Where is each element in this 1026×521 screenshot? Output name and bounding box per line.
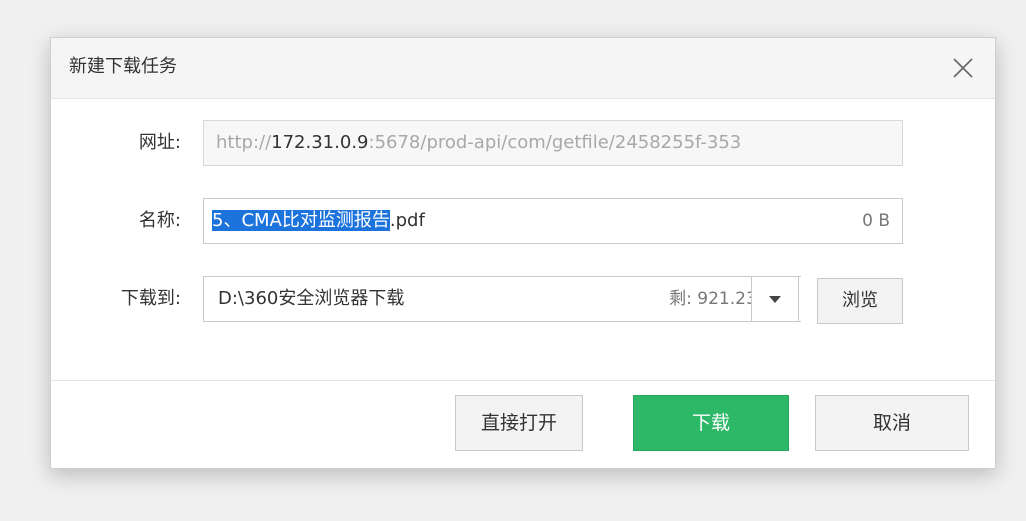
- footer-divider: [51, 380, 995, 381]
- save-path-input[interactable]: D:\360安全浏览器下载 剩: 921.23 GB: [203, 276, 801, 322]
- close-button[interactable]: [951, 56, 975, 80]
- file-size: 0 B: [862, 211, 890, 231]
- save-path: D:\360安全浏览器下载: [218, 288, 405, 309]
- url-field[interactable]: http://172.31.0.9:5678/prod-api/com/getf…: [203, 120, 903, 166]
- filename-input[interactable]: 5、CMA比对监测报告.pdf 0 B: [203, 198, 903, 244]
- new-download-dialog: 新建下载任务 网址: http://172.31.0.9:5678/prod-a…: [50, 37, 996, 469]
- filename-selected-text: 5、CMA比对监测报告: [212, 210, 390, 231]
- open-directly-button[interactable]: 直接打开: [455, 395, 583, 451]
- url-prefix: http://: [216, 132, 272, 153]
- save-to-label: 下载到:: [120, 288, 181, 309]
- save-path-dropdown-button[interactable]: [751, 276, 799, 322]
- chevron-down-icon: [769, 296, 781, 303]
- url-host: 172.31.0.9: [271, 132, 369, 153]
- cancel-button[interactable]: 取消: [815, 395, 969, 451]
- download-button[interactable]: 下载: [633, 395, 789, 451]
- filename-extension: .pdf: [389, 210, 425, 231]
- url-rest: :5678/prod-api/com/getfile/2458255f-353: [368, 132, 742, 153]
- dialog-titlebar: 新建下载任务: [51, 38, 995, 99]
- name-label: 名称:: [138, 210, 181, 231]
- dialog-title: 新建下载任务: [69, 56, 177, 77]
- browse-button[interactable]: 浏览: [817, 278, 903, 324]
- close-icon: [953, 58, 973, 78]
- url-label: 网址:: [138, 132, 181, 153]
